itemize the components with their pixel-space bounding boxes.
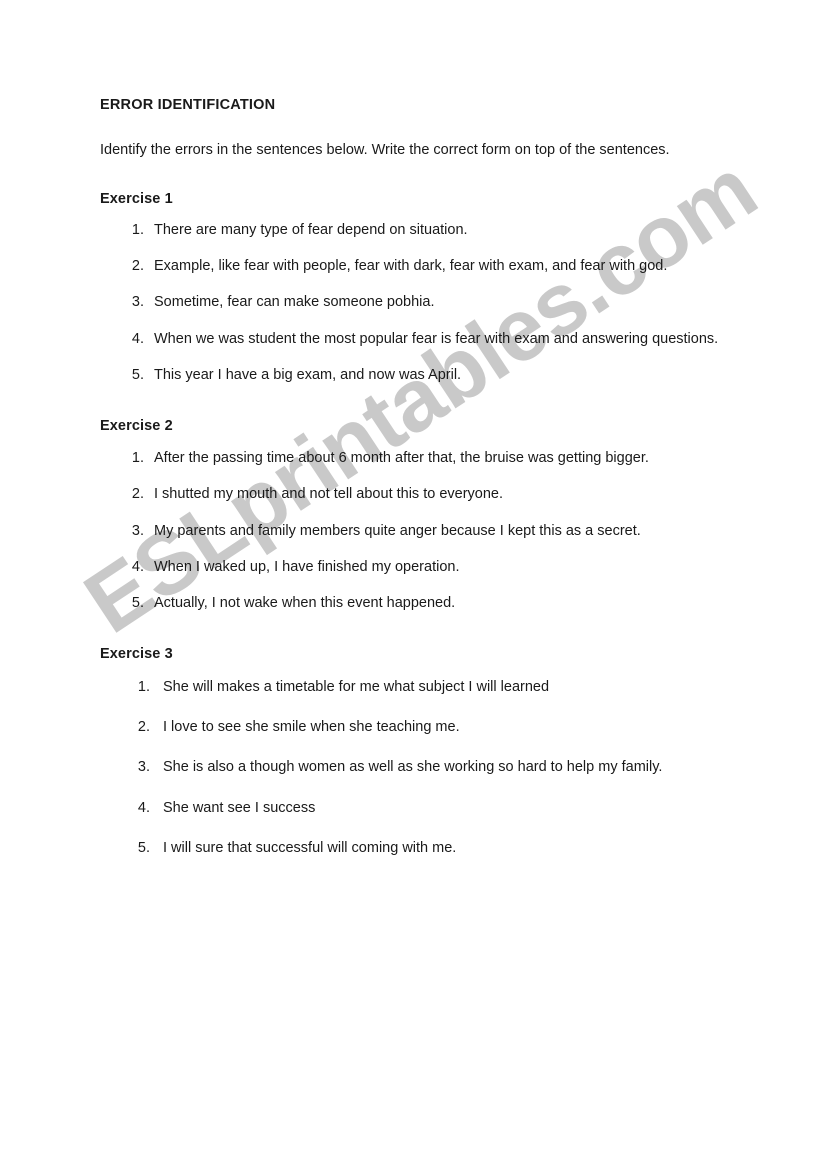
page-title: ERROR IDENTIFICATION xyxy=(100,97,276,113)
exercise-3-item-list: She will makes a timetable for me what s… xyxy=(100,677,725,858)
exercise-heading-2: Exercise 2 xyxy=(100,418,173,435)
worksheet-page: ESLprintables.com ERROR IDENTIFICATION I… xyxy=(0,0,821,1169)
list-item: Example, like fear with people, fear wit… xyxy=(148,256,725,276)
list-item: My parents and family members quite ange… xyxy=(148,521,725,541)
list-item: Sometime, fear can make someone pobhia. xyxy=(148,292,725,312)
list-item: After the passing time about 6 month aft… xyxy=(148,448,725,468)
exercise-heading-1: Exercise 1 xyxy=(100,190,173,207)
list-item: She is also a though women as well as sh… xyxy=(154,757,725,777)
list-item: I will sure that successful will coming … xyxy=(154,838,725,858)
exercise-section-3: Exercise 3 She will makes a timetable fo… xyxy=(100,646,725,858)
exercise-2-item-list: After the passing time about 6 month aft… xyxy=(100,448,725,613)
list-item: She will makes a timetable for me what s… xyxy=(154,677,725,697)
list-item: I shutted my mouth and not tell about th… xyxy=(148,484,725,504)
exercise-1-item-list: There are many type of fear depend on si… xyxy=(100,220,725,385)
list-item: There are many type of fear depend on si… xyxy=(148,220,725,240)
list-item: This year I have a big exam, and now was… xyxy=(148,365,725,385)
instructions-text: Identify the errors in the sentences bel… xyxy=(100,142,670,159)
list-item: She want see I success xyxy=(154,798,725,818)
list-item: When I waked up, I have finished my oper… xyxy=(148,557,725,577)
exercise-section-1: Exercise 1 There are many type of fear d… xyxy=(100,191,725,385)
list-item: When we was student the most popular fea… xyxy=(148,329,725,349)
exercise-section-2: Exercise 2 After the passing time about … xyxy=(100,418,725,613)
list-item: Actually, I not wake when this event hap… xyxy=(148,593,725,613)
document-content: ERROR IDENTIFICATION Identify the errors… xyxy=(100,96,725,884)
exercise-heading-3: Exercise 3 xyxy=(100,645,173,662)
list-item: I love to see she smile when she teachin… xyxy=(154,717,725,737)
